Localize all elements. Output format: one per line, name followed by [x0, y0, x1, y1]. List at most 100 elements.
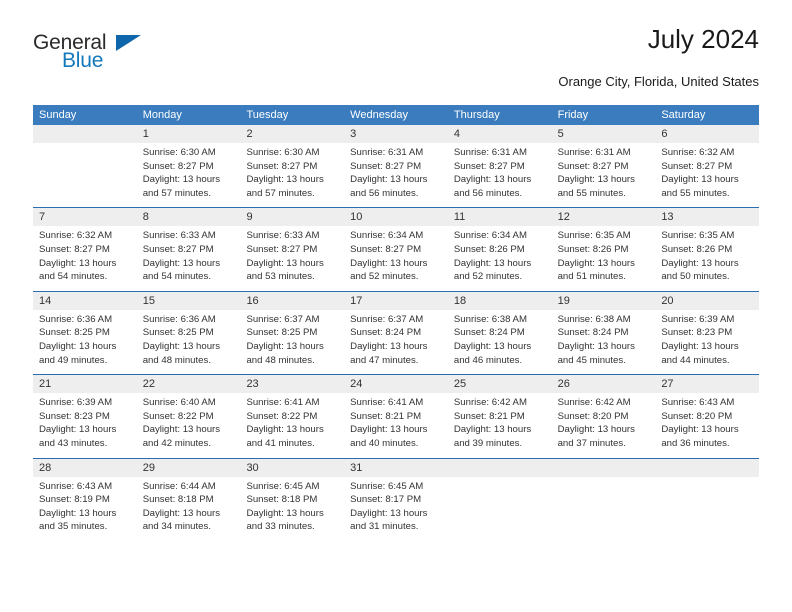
calendar-day-cell[interactable]: 21 Sunrise: 6:39 AM Sunset: 8:23 PM Dayligh…	[33, 375, 137, 457]
weekday-header-tuesday: Tuesday	[246, 109, 289, 121]
day-number: 14	[33, 291, 137, 310]
daylight-duration-line1: Daylight: 13 hours	[142, 174, 221, 186]
calendar-day-cell[interactable]: 8 Sunrise: 6:33 AM Sunset: 8:27 PM Daylight…	[136, 208, 241, 290]
calendar-week-row: 7 Sunrise: 6:32 AM Sunset: 8:27 PM Daylight…	[33, 207, 760, 290]
logo-text-blue: Blue	[62, 49, 104, 72]
day-sun-info	[552, 477, 656, 487]
calendar-day-cell[interactable]: 22 Sunrise: 6:40 AM Sunset: 8:22 PM Dayligh…	[136, 375, 241, 457]
calendar-day-cell[interactable]: 31 Sunrise: 6:45 AM Sunset: 8:17 PM Dayligh…	[344, 458, 448, 541]
calendar-day-cell[interactable]: 11 Sunrise: 6:34 AM Sunset: 8:26 PM Dayligh…	[447, 208, 552, 290]
weekday-header-monday: Monday	[142, 109, 182, 121]
day-number: 4	[447, 125, 552, 143]
calendar-day-cell[interactable]: 24 Sunrise: 6:41 AM Sunset: 8:21 PM Dayligh…	[344, 375, 448, 457]
calendar-day-cell[interactable]: 29 Sunrise: 6:44 AM Sunset: 8:18 PM Dayligh…	[136, 458, 241, 541]
sunset-time: Sunset: 8:20 PM	[661, 410, 733, 422]
calendar-day-cell[interactable]: 17 Sunrise: 6:37 AM Sunset: 8:24 PM Dayligh…	[344, 291, 448, 374]
day-number: 25	[447, 375, 552, 394]
sunrise-time: Sunrise: 6:31 AM	[350, 147, 424, 158]
weekday-header-friday: Friday	[557, 109, 589, 121]
day-sun-info: Sunrise: 6:35 AM Sunset: 8:26 PM Daylight:…	[655, 226, 759, 290]
day-sun-info: Sunrise: 6:43 AM Sunset: 8:19 PM Daylight:…	[33, 477, 137, 541]
calendar-day-cell[interactable]: 6 Sunrise: 6:32 AM Sunset: 8:27 PM Daylight…	[655, 125, 760, 207]
day-sun-info: Sunrise: 6:34 AM Sunset: 8:26 PM Daylight:…	[448, 226, 552, 290]
day-sun-info: Sunrise: 6:42 AM Sunset: 8:21 PM Daylight:…	[448, 393, 552, 457]
day-sun-info: Sunrise: 6:30 AM Sunset: 8:27 PM Daylight:…	[240, 143, 344, 207]
calendar-day-cell[interactable]: 27 Sunrise: 6:43 AM Sunset: 8:20 PM Dayligh…	[655, 375, 760, 457]
calendar-day-cell[interactable]: 28 Sunrise: 6:43 AM Sunset: 8:19 PM Dayligh…	[33, 458, 137, 541]
day-sun-info	[655, 477, 759, 487]
day-number: 10	[344, 208, 448, 227]
day-number: 30	[240, 458, 345, 477]
daylight-duration-line2: and 33 minutes.	[246, 521, 315, 533]
calendar-day-cell-empty	[447, 458, 552, 541]
sunrise-time: Sunrise: 6:45 AM	[246, 480, 320, 492]
calendar-day-cell[interactable]: 10 Sunrise: 6:34 AM Sunset: 8:27 PM Dayligh…	[344, 208, 448, 290]
sunrise-time: Sunrise: 6:32 AM	[39, 230, 113, 242]
calendar-day-cell[interactable]: 1 Sunrise: 6:30 AM Sunset: 8:27 PM Daylight…	[136, 125, 241, 207]
calendar-day-cell[interactable]: 23 Sunrise: 6:41 AM Sunset: 8:22 PM Dayligh…	[240, 375, 345, 457]
calendar-day-cell[interactable]: 7 Sunrise: 6:32 AM Sunset: 8:27 PM Daylight…	[33, 208, 137, 290]
calendar-day-cell[interactable]: 16 Sunrise: 6:37 AM Sunset: 8:25 PM Dayligh…	[240, 291, 345, 374]
sunset-time: Sunset: 8:18 PM	[142, 494, 214, 506]
calendar-day-cell[interactable]: 2 Sunrise: 6:30 AM Sunset: 8:27 PM Daylight…	[240, 125, 345, 207]
sunrise-time: Sunrise: 6:37 AM	[350, 313, 424, 325]
day-number: 15	[136, 291, 241, 310]
day-sun-info: Sunrise: 6:34 AM Sunset: 8:27 PM Daylight:…	[344, 226, 448, 290]
daylight-duration-line2: and 37 minutes.	[557, 437, 626, 449]
calendar-day-cell[interactable]: 5 Sunrise: 6:31 AM Sunset: 8:27 PM Daylight…	[551, 125, 656, 207]
calendar-day-cell[interactable]: 26 Sunrise: 6:42 AM Sunset: 8:20 PM Dayligh…	[551, 375, 656, 457]
calendar-day-cell[interactable]: 30 Sunrise: 6:45 AM Sunset: 8:18 PM Dayligh…	[240, 458, 345, 541]
day-sun-info: Sunrise: 6:39 AM Sunset: 8:23 PM Daylight:…	[33, 393, 137, 457]
sunrise-time: Sunrise: 6:42 AM	[557, 397, 631, 409]
sunset-time: Sunset: 8:25 PM	[39, 327, 110, 339]
sunrise-time: Sunrise: 6:43 AM	[39, 480, 113, 492]
daylight-duration-line2: and 55 minutes.	[661, 187, 730, 199]
daylight-duration-line2: and 31 minutes.	[350, 521, 419, 533]
calendar-day-cell[interactable]: 19 Sunrise: 6:38 AM Sunset: 8:24 PM Dayligh…	[551, 291, 656, 374]
day-sun-info	[33, 143, 137, 153]
page-title: July 2024	[647, 24, 759, 54]
calendar-day-cell[interactable]: 13 Sunrise: 6:35 AM Sunset: 8:26 PM Dayligh…	[655, 208, 760, 290]
day-sun-info: Sunrise: 6:45 AM Sunset: 8:17 PM Daylight:…	[344, 477, 448, 541]
day-number: 7	[33, 208, 137, 227]
calendar-day-cell[interactable]: 20 Sunrise: 6:39 AM Sunset: 8:23 PM Dayligh…	[655, 291, 760, 374]
calendar-day-cell[interactable]: 3 Sunrise: 6:31 AM Sunset: 8:27 PM Daylight…	[344, 125, 448, 207]
calendar-day-cell[interactable]: 18 Sunrise: 6:38 AM Sunset: 8:24 PM Dayligh…	[447, 291, 552, 374]
daylight-duration-line1: Daylight: 13 hours	[39, 257, 117, 269]
day-sun-info: Sunrise: 6:36 AM Sunset: 8:25 PM Daylight:…	[137, 310, 241, 374]
day-sun-info: Sunrise: 6:42 AM Sunset: 8:20 PM Daylight:…	[552, 393, 656, 457]
day-sun-info: Sunrise: 6:32 AM Sunset: 8:27 PM Daylight:…	[655, 143, 759, 207]
calendar-day-cell-empty	[655, 458, 760, 541]
sunset-time: Sunset: 8:21 PM	[350, 410, 422, 422]
sunset-time: Sunset: 8:27 PM	[142, 243, 214, 255]
daylight-duration-line1: Daylight: 13 hours	[142, 507, 221, 519]
general-blue-logo[interactable]: General Blue	[33, 32, 163, 82]
calendar-day-cell[interactable]: 4 Sunrise: 6:31 AM Sunset: 8:27 PM Daylight…	[447, 125, 552, 207]
sunset-time: Sunset: 8:20 PM	[557, 410, 629, 422]
daylight-duration-line1: Daylight: 13 hours	[557, 174, 635, 186]
sunset-time: Sunset: 8:27 PM	[39, 243, 110, 255]
calendar-day-cell[interactable]: 9 Sunrise: 6:33 AM Sunset: 8:27 PM Daylight…	[240, 208, 345, 290]
sunrise-time: Sunrise: 6:44 AM	[142, 480, 216, 492]
day-number: 12	[551, 208, 656, 227]
sunset-time: Sunset: 8:27 PM	[350, 160, 422, 172]
calendar-day-cell[interactable]: 14 Sunrise: 6:36 AM Sunset: 8:25 PM Dayligh…	[33, 291, 137, 374]
sunrise-time: Sunrise: 6:30 AM	[142, 147, 216, 158]
day-number: 16	[240, 291, 345, 310]
calendar-day-cell[interactable]: 12 Sunrise: 6:35 AM Sunset: 8:26 PM Dayligh…	[551, 208, 656, 290]
calendar-day-cell[interactable]: 15 Sunrise: 6:36 AM Sunset: 8:25 PM Dayligh…	[136, 291, 241, 374]
daylight-duration-line1: Daylight: 13 hours	[246, 257, 324, 269]
location-subtitle: Orange City, Florida, United States	[558, 74, 759, 89]
sunset-time: Sunset: 8:23 PM	[39, 410, 110, 422]
sunset-time: Sunset: 8:24 PM	[453, 327, 525, 339]
weekday-header-sunday: Sunday	[39, 109, 77, 121]
day-sun-info: Sunrise: 6:30 AM Sunset: 8:27 PM Daylight:…	[137, 143, 241, 207]
daylight-duration-line1: Daylight: 13 hours	[350, 424, 428, 436]
calendar-day-cell[interactable]: 25 Sunrise: 6:42 AM Sunset: 8:21 PM Dayligh…	[447, 375, 552, 457]
sunset-time: Sunset: 8:22 PM	[246, 410, 318, 422]
sunset-time: Sunset: 8:27 PM	[453, 160, 525, 172]
sunset-time: Sunset: 8:17 PM	[350, 494, 422, 506]
day-sun-info: Sunrise: 6:40 AM Sunset: 8:22 PM Daylight:…	[137, 393, 241, 457]
daylight-duration-line2: and 55 minutes.	[557, 187, 626, 199]
day-number	[655, 458, 760, 477]
